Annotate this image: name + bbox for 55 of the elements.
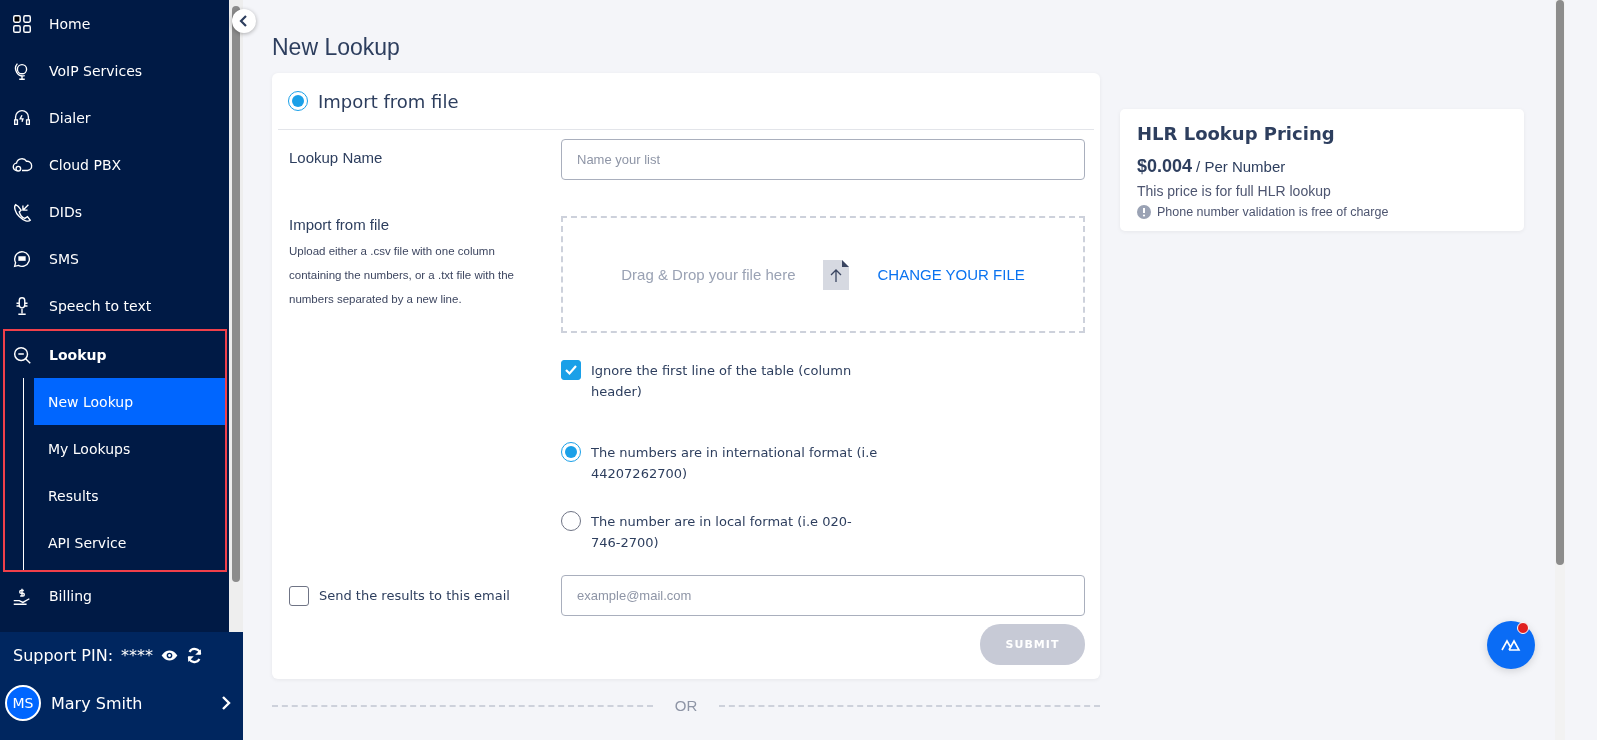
support-pin-label: Support PIN: <box>13 645 114 665</box>
option-label: The numbers are in international format (i.e 44207262700) <box>591 444 879 483</box>
info-icon <box>1137 205 1151 219</box>
chevron-right-icon[interactable] <box>221 695 231 711</box>
submenu-item[interactable]: My Lookups <box>34 425 225 472</box>
mountains-icon <box>1501 638 1521 652</box>
collapse-button[interactable] <box>232 9 256 33</box>
price-unit: / Per Number <box>1196 158 1286 175</box>
option-label: The number are in local format (i.e 020-746-2700) <box>591 513 853 552</box>
sidebar-item[interactable]: Lookup <box>5 331 225 378</box>
drop-hint: Drag & Drop your file here <box>621 266 796 283</box>
menu-icon <box>11 12 33 35</box>
separator-label: OR <box>674 697 698 714</box>
user-name[interactable]: Mary Smith <box>51 693 211 713</box>
notification-dot <box>1517 622 1529 634</box>
chevron-left-icon <box>239 15 249 27</box>
page-title: New Lookup <box>272 34 401 61</box>
sidebar-item[interactable]: DIDs <box>0 188 229 235</box>
submenu-item[interactable]: API Service <box>34 519 225 566</box>
sidebar-item[interactable]: Billing <box>0 572 229 619</box>
sidebar-item[interactable]: Speech to text <box>0 282 229 329</box>
field-label: Lookup Name <box>288 148 384 168</box>
support-pin-value: **** <box>121 645 154 665</box>
option-label: Ignore the first line of the table (column header) <box>591 362 853 401</box>
help-text: Upload either a .csv file with one column containing the numbers, or a .txt file with the numbers separated by a new line. <box>288 244 515 307</box>
radio-button[interactable] <box>561 511 581 531</box>
checkmark-icon <box>564 363 578 377</box>
refresh-icon[interactable] <box>186 646 204 664</box>
user-avatar[interactable]: MS <box>5 685 41 721</box>
field-label: Import from file <box>288 215 391 233</box>
radio-button[interactable] <box>288 91 308 111</box>
checkbox[interactable] <box>289 585 309 606</box>
sidebar-item[interactable]: Cloud PBX <box>0 141 229 188</box>
submenu-item[interactable]: Results <box>34 472 225 519</box>
sidebar-item[interactable]: Dialer <box>0 94 229 141</box>
checkbox[interactable] <box>561 360 581 380</box>
file-upload-icon <box>823 259 850 290</box>
sidebar-item[interactable]: Home <box>0 0 229 47</box>
sidebar-item[interactable]: SMS <box>0 235 229 282</box>
option-label: Send the results to this email <box>319 588 510 603</box>
scrollbar-thumb[interactable] <box>232 6 240 582</box>
scrollbar-thumb[interactable] <box>1556 0 1564 565</box>
option-label: Import from file <box>318 90 459 112</box>
radio-button[interactable] <box>561 442 581 462</box>
price: $0.004 <box>1137 156 1193 177</box>
file-drop-zone[interactable]: Drag & Drop your file here CHANGE YOUR FILE <box>561 216 1085 333</box>
lookup-name-field[interactable]: Name your list <box>561 139 1085 180</box>
sidebar-item[interactable]: VoIP Services <box>0 47 229 94</box>
email-field[interactable]: example@mail.com <box>561 575 1085 616</box>
chat-button[interactable] <box>1487 621 1535 669</box>
price-note: This price is for full HLR lookup <box>1137 183 1332 199</box>
submenu-item[interactable]: New Lookup <box>34 378 225 425</box>
change-file-link[interactable]: CHANGE YOUR FILE <box>877 266 1025 283</box>
card-title: HLR Lookup Pricing <box>1137 123 1336 144</box>
info-text: Phone number validation is free of charge <box>1157 205 1389 219</box>
